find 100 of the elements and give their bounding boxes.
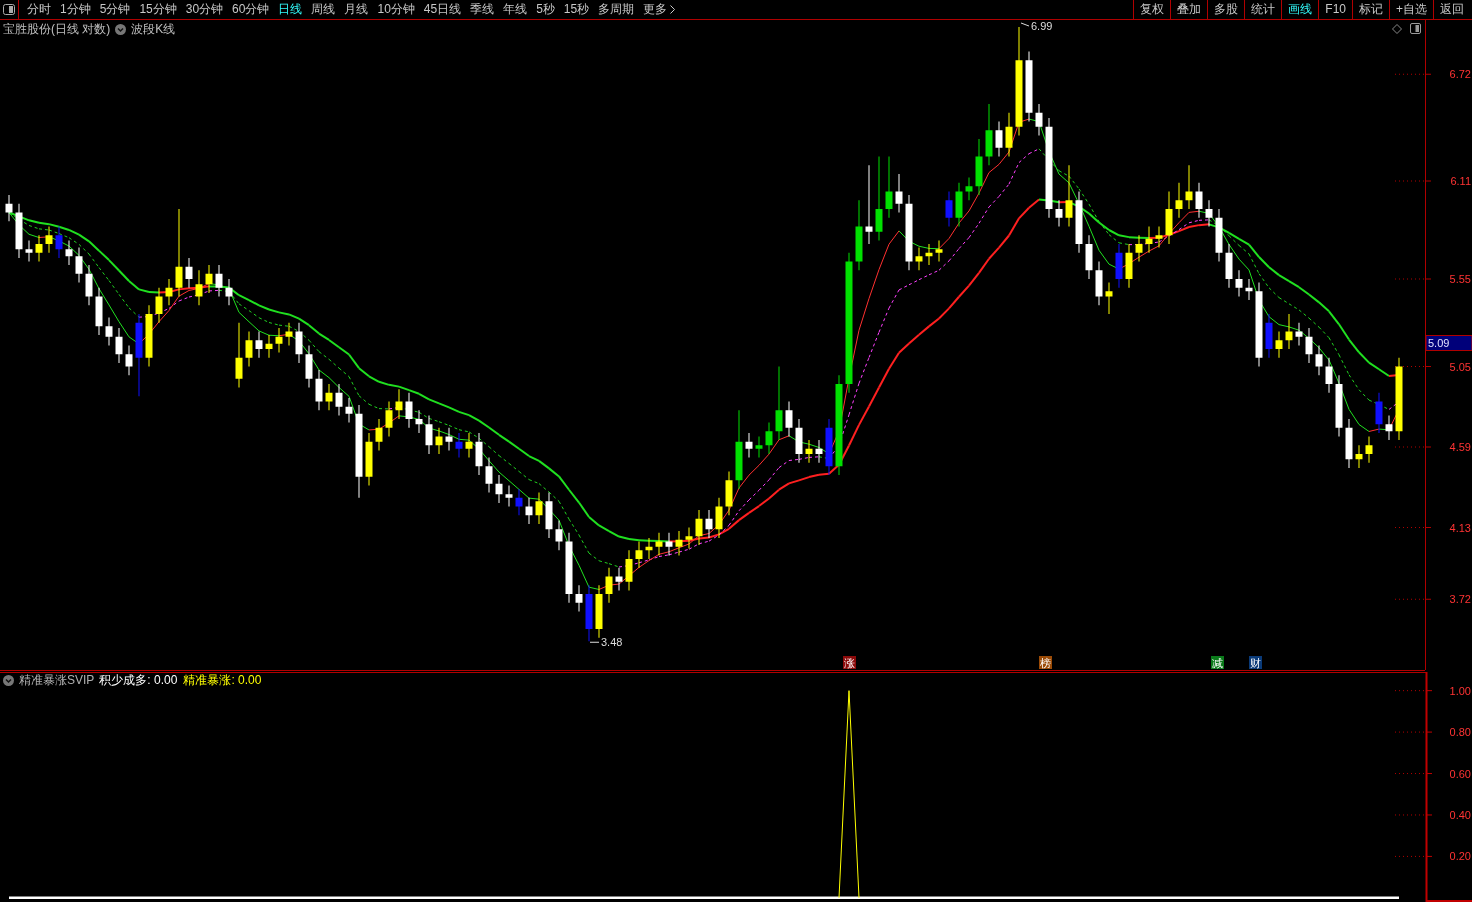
toolbar-button[interactable]: 多股: [1207, 0, 1245, 19]
candlestick: [245, 331, 253, 367]
toolbar-button[interactable]: 统计: [1244, 0, 1282, 19]
candlestick: [1305, 327, 1313, 364]
candlestick: [1315, 345, 1323, 376]
candlestick: [345, 397, 353, 423]
grid-line: [1394, 446, 1426, 448]
candlestick: [25, 240, 33, 262]
price-tick-label: 4.13: [1449, 521, 1471, 534]
candlestick: [325, 383, 333, 411]
toolbar-button[interactable]: 叠加: [1170, 0, 1208, 19]
toolbar-button[interactable]: 返回: [1433, 0, 1470, 19]
candlestick: [435, 427, 443, 455]
period-tab[interactable]: 季线: [470, 0, 495, 19]
candlestick: [65, 240, 73, 266]
chevron-right-icon: [670, 5, 676, 14]
toolbar-button[interactable]: 画线: [1281, 0, 1319, 19]
candlestick: [825, 418, 833, 476]
dropdown-chevron-icon[interactable]: [115, 24, 127, 35]
event-marker[interactable]: 涨: [843, 656, 856, 669]
candlestick: [985, 103, 993, 166]
dropdown-chevron-icon[interactable]: [3, 675, 14, 686]
axis-tick-label: 0.40: [1449, 808, 1471, 821]
more-button[interactable]: 更多: [643, 0, 676, 19]
period-tab[interactable]: 周线: [311, 0, 336, 19]
event-marker[interactable]: 榜: [1039, 656, 1052, 669]
candlestick: [1075, 191, 1083, 254]
candlestick: [485, 457, 493, 493]
candlestick: [635, 541, 643, 569]
period-tab[interactable]: 15分钟: [139, 0, 177, 19]
candlestick: [785, 401, 793, 437]
candlestick: [975, 138, 983, 196]
candlestick: [255, 331, 263, 359]
candlestick: [185, 257, 193, 289]
candlestick: [395, 388, 403, 420]
candlestick: [805, 439, 813, 464]
period-tab[interactable]: 1分钟: [60, 0, 91, 19]
candlestick: [1155, 226, 1163, 248]
candlestick: [475, 432, 483, 476]
period-tab[interactable]: 5分钟: [99, 0, 131, 19]
candlestick: [1055, 199, 1063, 227]
event-marker[interactable]: 减: [1211, 656, 1224, 669]
period-tab[interactable]: 多周期: [598, 0, 635, 19]
candlestick: [305, 345, 313, 388]
price-tick-label: 5.05: [1449, 360, 1471, 373]
grid-line: [1394, 731, 1427, 733]
candlestick: [1345, 418, 1353, 469]
period-tab[interactable]: 月线: [344, 0, 369, 19]
period-tab[interactable]: 30分钟: [185, 0, 224, 19]
candlestick: [405, 392, 413, 429]
candlestick: [365, 432, 373, 486]
candlestick: [1385, 415, 1393, 441]
candlestick: [455, 432, 463, 458]
toolbar-button[interactable]: 标记: [1352, 0, 1389, 19]
grid-line: [1394, 814, 1427, 816]
grid-line: [1394, 598, 1426, 600]
price-tick-label: 6.11: [1450, 175, 1471, 187]
panel-toggle-icon[interactable]: [1410, 23, 1421, 34]
candlestick: [885, 156, 893, 219]
grid-line: [1394, 278, 1426, 280]
candlestick: [205, 264, 213, 294]
indicator-name: 精准暴涨SVIP: [19, 673, 95, 688]
candlestick: [1195, 182, 1203, 219]
period-tab[interactable]: 5秒: [536, 0, 555, 19]
candlestick: [1135, 234, 1143, 262]
leader-line: [589, 641, 600, 643]
candlestick: [645, 537, 653, 560]
candlestick: [1335, 374, 1343, 437]
candlestick: [1175, 182, 1183, 219]
candlestick: [75, 247, 83, 283]
period-tab[interactable]: 年线: [503, 0, 528, 19]
candlestick: [895, 173, 903, 213]
period-tab[interactable]: 45日线: [423, 0, 462, 19]
period-tab[interactable]: 日线: [278, 0, 303, 19]
candlestick: [95, 287, 103, 336]
candlestick: [715, 497, 723, 539]
candlestick: [1025, 51, 1033, 122]
indicator-name[interactable]: 波段K线: [131, 21, 176, 38]
candlestick: [425, 415, 433, 455]
period-tab[interactable]: 分时: [27, 0, 51, 19]
toolbar-button[interactable]: 复权: [1133, 0, 1171, 19]
grid-line: [1394, 773, 1427, 775]
period-tab[interactable]: 60分钟: [232, 0, 270, 19]
grid-line: [1394, 855, 1427, 857]
candlestick: [955, 182, 963, 227]
panel-toggle-icon[interactable]: [0, 0, 19, 19]
candlestick: [1125, 243, 1133, 289]
candlestick: [145, 304, 153, 367]
candlestick: [1185, 164, 1193, 210]
toolbar-button[interactable]: F10: [1318, 0, 1352, 19]
candlestick: [605, 567, 613, 604]
candlestick: [215, 264, 223, 297]
period-tab[interactable]: 10分钟: [377, 0, 415, 19]
candlestick: [765, 422, 773, 455]
candlestick: [85, 264, 93, 306]
event-marker[interactable]: 财: [1249, 656, 1262, 669]
period-tab[interactable]: 15秒: [563, 0, 590, 19]
toolbar-button[interactable]: +自选: [1389, 0, 1433, 19]
candlestick: [945, 191, 953, 227]
candlestick: [615, 567, 623, 591]
